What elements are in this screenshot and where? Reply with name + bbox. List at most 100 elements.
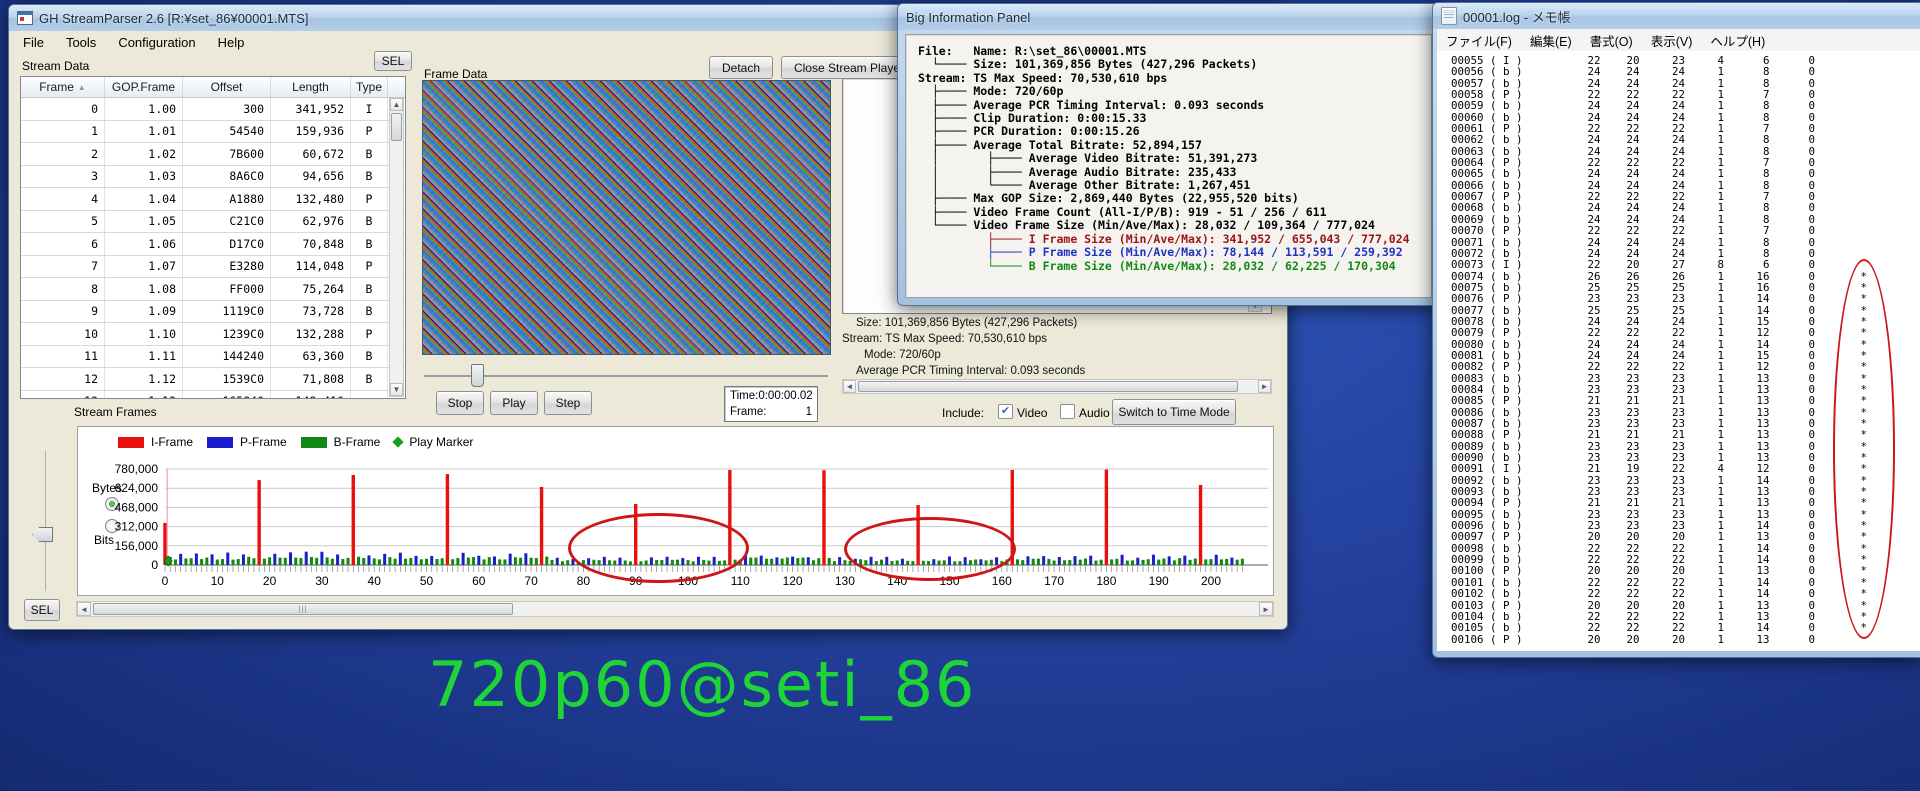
desktop: GH StreamParser 2.6 [R:¥set_86¥00001.MTS… [0,0,1920,791]
table-row[interactable]: 61.06D17C070,848B [21,233,405,256]
switch-to-time-mode-button[interactable]: Switch to Time Mode [1112,399,1236,425]
scroll-down-icon[interactable]: ▼ [390,383,403,396]
table-cell: P [351,121,388,143]
scroll-right-icon[interactable]: ► [1258,380,1271,393]
big-info-titlebar[interactable]: Big Information Panel [898,4,1439,30]
table-row[interactable]: 111.1114424063,360B [21,346,405,369]
table-cell: 1.07 [105,256,183,278]
audio-checkbox[interactable] [1060,404,1075,419]
chart-hscroll-thumb[interactable]: ||| [93,603,513,615]
table-row[interactable]: 11.0154540159,936P [21,121,405,144]
big-info-line: └──── Video Frame Size (Min/Ave/Max): 28… [918,219,1431,232]
column-header-offset[interactable]: Offset [183,77,271,97]
big-info-line: ├──── Average Total Bitrate: 52,894,157 [918,139,1431,152]
main-menu-item-1[interactable]: Tools [55,33,107,52]
table-row[interactable]: 91.091119C073,728B [21,301,405,324]
table-row[interactable]: 41.04A1880132,480P [21,188,405,211]
table-row[interactable]: 31.038A6C094,656B [21,166,405,189]
notepad-log-text: 00055 ( I ) 22 20 23 4 6 0 00056 ( b ) 2… [1437,51,1920,645]
stream-data-header[interactable]: Frame▲GOP.FrameOffsetLengthType [21,77,405,98]
table-row[interactable]: 121.121539C071,808B [21,368,405,391]
main-menu-item-0[interactable]: File [12,33,55,52]
table-row[interactable]: 01.00300341,952I [21,98,405,121]
audio-checkbox-label[interactable]: Audio [1079,406,1110,420]
table-cell: 1.11 [105,346,183,368]
table-row[interactable]: 21.027B60060,672B [21,143,405,166]
chart-hscrollbar[interactable]: ◄ ||| ► [76,601,1274,617]
table-cell: 1239C0 [183,323,271,345]
play-button[interactable]: Play [490,391,538,415]
table-cell: 1.05 [105,211,183,233]
table-row[interactable]: 81.08FF00075,264B [21,278,405,301]
chart-scroll-right-icon[interactable]: ► [1259,602,1273,616]
table-row[interactable]: 71.07E3280114,048P [21,256,405,279]
scroll-up-icon[interactable]: ▲ [390,98,403,111]
big-information-panel-window: Big Information Panel File: Name: R:\set… [897,3,1440,306]
table-cell: P [351,188,388,210]
table-cell: 1.08 [105,278,183,300]
svg-text:110: 110 [731,574,750,588]
big-info-body: File: Name: R:\set_86\00001.MTS └──── Si… [905,34,1432,298]
video-checkbox-label[interactable]: Video [1017,406,1047,420]
table-cell: 1.00 [105,98,183,120]
column-header-type[interactable]: Type [351,77,388,97]
table-cell: 75,264 [271,278,351,300]
table-cell: 11 [21,346,105,368]
svg-text:70: 70 [524,574,538,588]
sel-button-bottom[interactable]: SEL [24,599,60,621]
frame-value: 1 [806,406,812,418]
chart-scroll-left-icon[interactable]: ◄ [77,602,91,616]
svg-text:156,000: 156,000 [115,539,159,553]
table-cell: 1.09 [105,301,183,323]
table-cell: 63,360 [271,346,351,368]
table-cell: 71,808 [271,368,351,390]
table-vscrollbar[interactable]: ▲ ▼ [389,97,404,397]
table-cell: 13 [21,391,105,400]
table-row[interactable]: 131.13165840148,416 [21,391,405,400]
stream-data-table[interactable]: Frame▲GOP.FrameOffsetLengthType 01.00300… [20,76,406,399]
table-cell: 10 [21,323,105,345]
notepad-menu-item-2[interactable]: 書式(O) [1581,29,1642,52]
svg-text:180: 180 [1096,574,1116,588]
svg-text:90: 90 [629,574,643,588]
scroll-left-icon[interactable]: ◄ [843,380,856,393]
notepad-titlebar[interactable]: 00001.log - メモ帳 [1433,3,1920,29]
notepad-title: 00001.log - メモ帳 [1463,7,1571,26]
seek-slider-thumb[interactable] [471,364,484,387]
table-cell: C21C0 [183,211,271,233]
svg-text:20: 20 [263,574,277,588]
notepad-text-area[interactable]: 00055 ( I ) 22 20 23 4 6 0 00056 ( b ) 2… [1437,51,1920,651]
column-header-gop-frame[interactable]: GOP.Frame [105,77,183,97]
svg-text:150: 150 [939,574,959,588]
zoom-slider-handle[interactable] [32,527,53,542]
notepad-menu-item-0[interactable]: ファイル(F) [1437,29,1521,52]
main-menu-item-2[interactable]: Configuration [107,33,206,52]
table-row[interactable]: 51.05C21C062,976B [21,211,405,234]
column-header-length[interactable]: Length [271,77,351,97]
big-info-line: └──── Size: 101,369,856 Bytes (427,296 P… [918,58,1431,71]
info-hscrollbar[interactable]: ◄ ► [842,379,1272,394]
info-hscroll-thumb[interactable] [858,381,1238,392]
main-menu-item-3[interactable]: Help [207,33,256,52]
step-button[interactable]: Step [544,391,592,415]
time-value: 0:00:00.02 [758,390,812,402]
detach-button[interactable]: Detach [709,56,773,79]
zoom-slider-track[interactable] [45,451,46,591]
table-cell: 7B600 [183,143,271,165]
table-cell: 0 [21,98,105,120]
sort-asc-icon: ▲ [78,83,86,92]
sel-button-top[interactable]: SEL [374,51,412,71]
table-cell: 1.06 [105,233,183,255]
notepad-menu-item-4[interactable]: ヘルプ(H) [1701,29,1774,52]
stop-button[interactable]: Stop [436,391,484,415]
notepad-menu-item-1[interactable]: 編集(E) [1521,29,1581,52]
table-cell: 144240 [183,346,271,368]
info-summary-line: Mode: 720/60p [842,347,1272,363]
column-header-frame[interactable]: Frame▲ [21,77,105,97]
table-vscroll-thumb[interactable] [391,113,402,141]
seek-slider-track[interactable] [424,375,828,377]
table-row[interactable]: 101.101239C0132,288P [21,323,405,346]
video-checkbox[interactable]: ✔ [998,404,1013,419]
notepad-menu-item-3[interactable]: 表示(V) [1642,29,1702,52]
table-cell: B [351,346,388,368]
